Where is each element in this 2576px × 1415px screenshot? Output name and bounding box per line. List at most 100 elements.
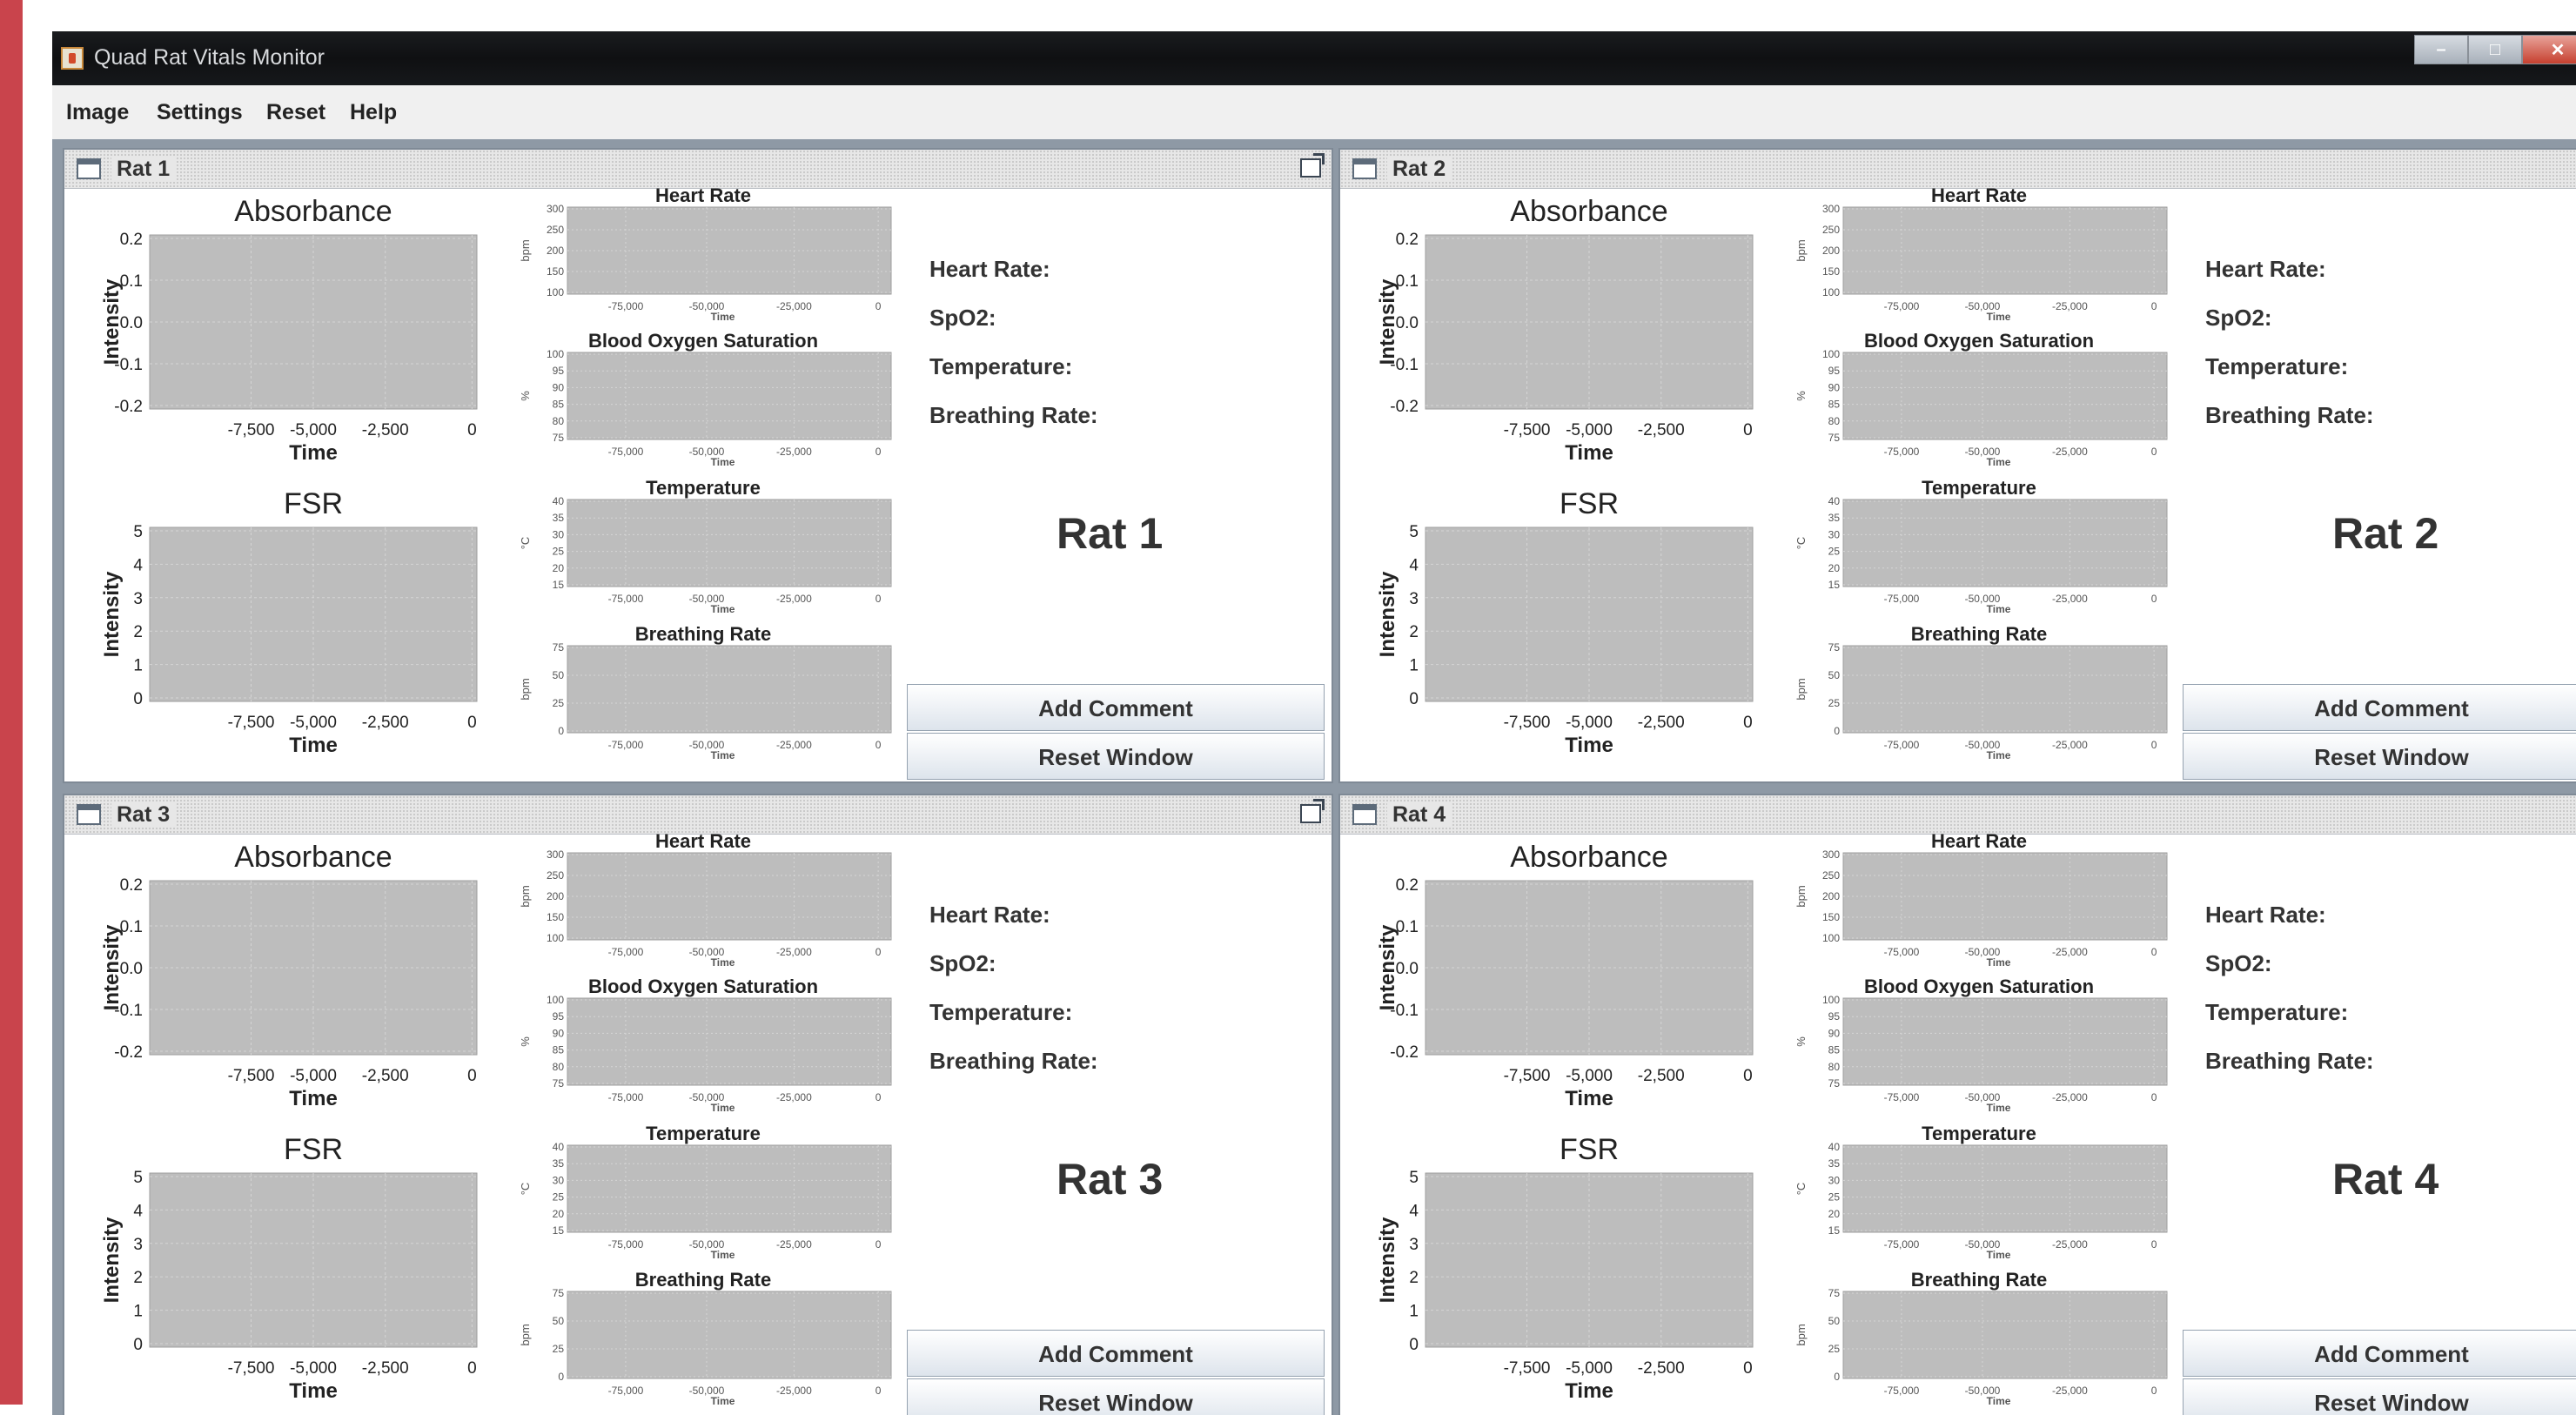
panel-title-bar[interactable]: Rat 3 bbox=[64, 795, 1332, 835]
menu-image[interactable]: Image bbox=[66, 85, 129, 139]
fsr-ytick: 4 bbox=[1409, 556, 1419, 574]
spo2-ytick: 90 bbox=[1828, 381, 1841, 393]
spo2-xtick: -75,000 bbox=[608, 446, 644, 458]
heart_rate-ytick: 200 bbox=[547, 890, 564, 902]
panel-title: Rat 1 bbox=[111, 157, 176, 182]
heart_rate-ylabel: bpm bbox=[519, 885, 532, 907]
absorbance-chart: Absorbance0.20.10.0-0.1-0.2-7,500 -5,000-… bbox=[1376, 841, 1754, 1110]
temperature-ytick: 35 bbox=[1828, 512, 1841, 524]
temperature-ylabel: °C bbox=[1794, 1183, 1808, 1196]
reset-window-button[interactable]: Reset Window bbox=[2183, 1378, 2576, 1415]
panel-title-bar[interactable]: Rat 2 bbox=[1340, 150, 2576, 189]
maximize-icon[interactable] bbox=[1300, 799, 1325, 823]
add-comment-button[interactable]: Add Comment bbox=[2183, 684, 2576, 731]
heart_rate-xlabel: Time bbox=[711, 311, 735, 323]
fsr-ytick: 5 bbox=[1409, 1169, 1419, 1187]
panel-title-bar[interactable]: Rat 1 bbox=[64, 150, 1332, 189]
temperature-xtick: -75,000 bbox=[1884, 1238, 1920, 1251]
absorbance-xlabel: Time bbox=[289, 1087, 338, 1110]
minimize-button[interactable]: – bbox=[2414, 35, 2468, 64]
breathing_rate-ytick: 50 bbox=[553, 1315, 565, 1327]
breathing_rate-ytick: 25 bbox=[1828, 697, 1841, 709]
absorbance-ytick: -0.2 bbox=[114, 398, 143, 416]
fsr-xlabel: Time bbox=[289, 734, 338, 757]
absorbance-xtick: -2,500 bbox=[1638, 421, 1685, 439]
heart_rate-xlabel: Time bbox=[711, 956, 735, 969]
fsr-ytick: 2 bbox=[133, 1269, 143, 1287]
temperature-ylabel: °C bbox=[519, 537, 532, 550]
fsr-chart: FSR 5 4 3 2 1 0 -7,500 -5,000 -2,500 0 Time Intensit… bbox=[100, 487, 478, 757]
spo2-ytick: 100 bbox=[1822, 348, 1840, 360]
heart_rate-xtick: 0 bbox=[2151, 300, 2157, 312]
rat-name-label: Rat 3 bbox=[1057, 1155, 1164, 1204]
close-button[interactable]: ✕ bbox=[2522, 35, 2576, 64]
fsr-ytick: 0 bbox=[1409, 690, 1419, 708]
heart_rate-ytick: 150 bbox=[1822, 265, 1840, 278]
spo2-xtick: -75,000 bbox=[608, 1091, 644, 1103]
spo2-xlabel: Time bbox=[711, 1102, 735, 1114]
spo2-ytick: 90 bbox=[553, 381, 565, 393]
breathing_rate-ytick: 75 bbox=[553, 1287, 565, 1299]
heart_rate-ytick: 100 bbox=[1822, 932, 1840, 944]
menu-help[interactable]: Help bbox=[350, 85, 397, 139]
breathing_rate-ytick: 0 bbox=[1834, 1371, 1840, 1383]
temperature-chart: Temperature403530252015-75,000 -50,000 -25… bbox=[519, 1123, 892, 1261]
add-comment-button[interactable]: Add Comment bbox=[907, 1330, 1325, 1377]
absorbance-xlabel: Time bbox=[1565, 1087, 1613, 1110]
heart_rate-ytick: 250 bbox=[1822, 869, 1840, 882]
spo2-ylabel: % bbox=[519, 391, 532, 401]
add-comment-button[interactable]: Add Comment bbox=[907, 684, 1325, 731]
vital-label-heart-rate: Heart Rate: bbox=[2205, 256, 2326, 282]
fsr-xtick: 0 bbox=[467, 1359, 477, 1378]
temperature-ytick: 15 bbox=[553, 579, 565, 591]
maximize-button[interactable]: □ bbox=[2468, 35, 2522, 64]
spo2-ytick: 85 bbox=[1828, 1044, 1841, 1056]
temperature-plot-area bbox=[567, 1144, 892, 1233]
spo2-xtick: -25,000 bbox=[776, 446, 812, 458]
temperature-ytick: 25 bbox=[553, 546, 565, 558]
absorbance-xtick: -5,000 bbox=[1566, 421, 1613, 439]
temperature-ytick: 35 bbox=[553, 1157, 565, 1170]
absorbance-ytick: -0.2 bbox=[114, 1043, 143, 1062]
maximize-icon[interactable] bbox=[1300, 153, 1325, 178]
fsr-title: FSR bbox=[284, 1133, 343, 1166]
absorbance-xtick: -7,500 bbox=[228, 421, 275, 439]
breathing_rate-ytick: 75 bbox=[1828, 1287, 1841, 1299]
heart_rate-ytick: 150 bbox=[1822, 911, 1840, 923]
fsr-xtick: 0 bbox=[467, 714, 477, 732]
heart_rate-ytick: 100 bbox=[547, 932, 564, 944]
fsr-xtick: 0 bbox=[1743, 714, 1753, 732]
spo2-ytick: 95 bbox=[1828, 1010, 1841, 1023]
vital-label-breathing-rate: Breathing Rate: bbox=[929, 402, 1098, 428]
spo2-xtick: -25,000 bbox=[776, 1091, 812, 1103]
absorbance-chart: Absorbance0.20.10.0-0.1-0.2-7,500 -5,000-… bbox=[100, 841, 478, 1110]
temperature-xtick: 0 bbox=[2151, 593, 2157, 605]
temperature-ytick: 25 bbox=[1828, 1191, 1841, 1204]
absorbance-xtick: -2,500 bbox=[1638, 1067, 1685, 1085]
temperature-ytick: 15 bbox=[1828, 1224, 1841, 1237]
absorbance-title: Absorbance bbox=[1510, 841, 1667, 874]
breathing_rate-ylabel: bpm bbox=[519, 1324, 532, 1345]
rat-panel-3: Rat 3 Absorbance 0.2 0.1 0.0 -0.1 -0.2 -7,500 -5… bbox=[63, 794, 1333, 1415]
reset-window-button[interactable]: Reset Window bbox=[2183, 733, 2576, 780]
absorbance-chart: Absorbance0.20.10.0-0.1-0.2-7,500 -5,000-… bbox=[100, 195, 478, 465]
fsr-xtick: -5,000 bbox=[290, 714, 337, 732]
menu-reset[interactable]: Reset bbox=[266, 85, 325, 139]
heart_rate-ytick: 100 bbox=[1822, 286, 1840, 298]
window-controls: – □ ✕ bbox=[2414, 35, 2576, 64]
spo2-xlabel: Time bbox=[711, 456, 735, 468]
heart_rate-ytick: 250 bbox=[1822, 224, 1840, 236]
add-comment-button[interactable]: Add Comment bbox=[2183, 1330, 2576, 1377]
breathing_rate-xtick: 0 bbox=[875, 739, 882, 751]
vital-label-heart-rate: Heart Rate: bbox=[929, 902, 1050, 928]
reset-window-button[interactable]: Reset Window bbox=[907, 733, 1325, 780]
vital-label-spo2: SpO2: bbox=[2205, 305, 2272, 331]
fsr-xtick: -7,500 bbox=[228, 714, 275, 732]
temperature-xtick: -25,000 bbox=[776, 593, 812, 605]
menu-settings[interactable]: Settings bbox=[157, 85, 243, 139]
spo2-ytick: 90 bbox=[1828, 1027, 1841, 1039]
vital-label-temperature: Temperature: bbox=[929, 999, 1073, 1025]
spo2-chart: Blood Oxygen Saturation 100 95 90 85 80 75 -75,… bbox=[519, 330, 892, 468]
panel-title-bar[interactable]: Rat 4 bbox=[1340, 795, 2576, 835]
reset-window-button[interactable]: Reset Window bbox=[907, 1378, 1325, 1415]
